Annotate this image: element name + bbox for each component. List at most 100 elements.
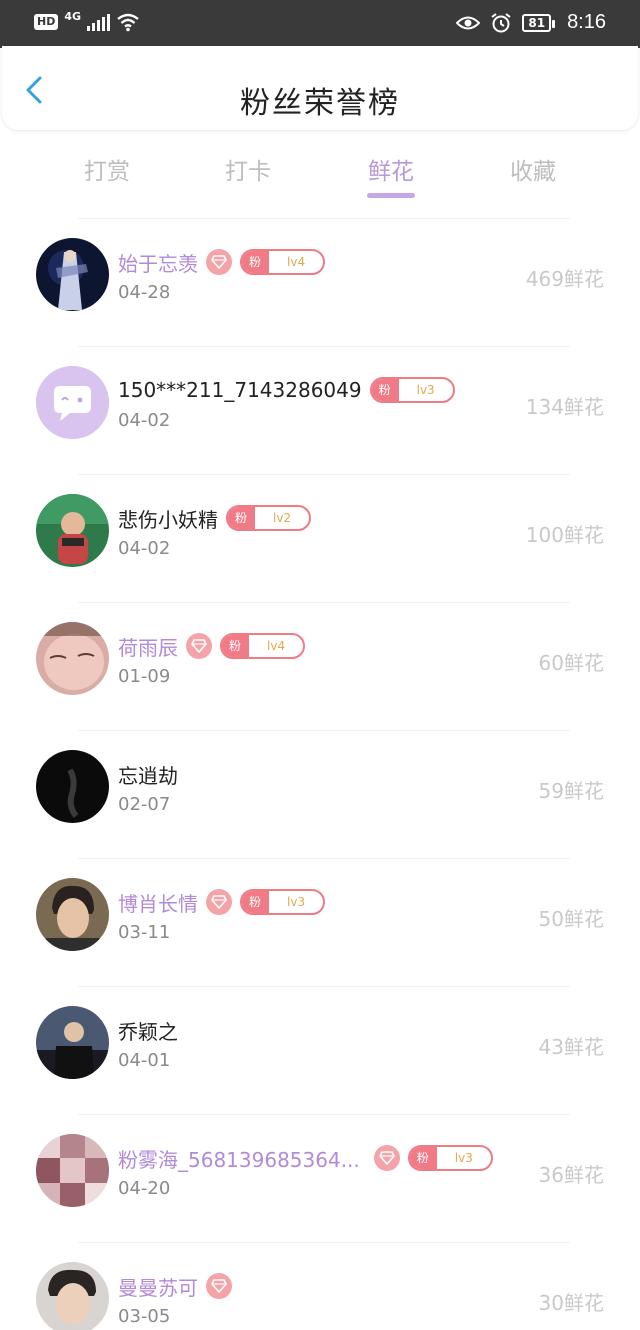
user-name[interactable]: 粉雾海_568139685364... [118,1144,360,1173]
avatar[interactable] [36,366,109,439]
divider [78,858,570,859]
fan-level-badge: 粉 lv4 [240,249,326,275]
date: 03-11 [118,922,171,943]
flower-count: 30鲜花 [538,1291,604,1315]
divider [78,602,570,603]
date: 04-01 [118,1050,171,1071]
flower-count: 36鲜花 [538,1163,604,1187]
avatar[interactable] [36,1134,109,1207]
flower-count: 60鲜花 [538,651,604,675]
battery-icon: 81 [522,13,555,32]
divider [78,474,570,475]
header: 粉丝荣誉榜 [2,46,638,130]
list-item[interactable]: 乔颖之 04-01 43鲜花 [0,986,640,1114]
avatar-image [36,750,109,823]
list-item[interactable]: 荷雨辰 粉 lv4 01-09 60鲜花 [0,602,640,730]
diamond-icon [186,633,212,659]
status-bar: HD 4G 81 8:16 [0,0,640,48]
fan-level-badge: 粉 lv3 [407,1145,493,1171]
chat-bubble-icon [36,366,109,439]
flower-count: 50鲜花 [538,907,604,931]
user-name[interactable]: 乔颖之 [118,1016,178,1045]
divider [78,346,570,347]
name-line: 粉雾海_568139685364... 粉 lv3 [118,1144,493,1172]
divider [78,986,570,987]
avatar[interactable] [36,1262,109,1330]
tab-bar: 打赏 打卡 鲜花 收藏 [0,140,640,200]
tab-flowers[interactable]: 鲜花 [341,152,441,186]
date: 01-09 [118,666,171,687]
list-item[interactable]: 粉雾海_568139685364... 粉 lv3 04-20 36鲜花 [0,1114,640,1242]
date: 04-02 [118,410,171,431]
fan-level: lv4 [287,255,306,269]
signal-icon [87,13,111,31]
name-line: 150***211_7143286049 粉 lv3 [118,376,455,404]
status-right: 81 8:16 [456,11,606,34]
divider [78,1242,570,1243]
date: 03-05 [118,1306,171,1327]
date: 04-28 [118,282,171,303]
divider [78,1114,570,1115]
list-item[interactable]: 忘逍劫 02-07 59鲜花 [0,730,640,858]
list-item[interactable]: 曼曼苏可 03-05 30鲜花 [0,1242,640,1330]
fan-level: lv4 [267,639,286,653]
fan-level: lv3 [454,1151,473,1165]
avatar-image [36,622,109,695]
tab-reward[interactable]: 打赏 [57,152,157,186]
tab-checkin[interactable]: 打卡 [198,152,298,186]
fan-badge-label: 粉 [409,1147,437,1169]
list-item[interactable]: 始于忘羡 粉 lv4 04-28 469鲜花 [0,218,640,346]
fan-badge-label: 粉 [228,507,256,529]
active-tab-indicator [367,193,415,198]
name-line: 乔颖之 [118,1016,178,1044]
avatar-image [36,1006,109,1079]
user-name[interactable]: 忘逍劫 [118,760,178,789]
avatar[interactable] [36,238,109,311]
avatar-image [36,1134,109,1207]
avatar[interactable] [36,622,109,695]
avatar-image [36,494,109,567]
list-item[interactable]: 博肖长情 粉 lv3 03-11 50鲜花 [0,858,640,986]
user-name[interactable]: 悲伤小妖精 [118,504,218,533]
wifi-icon [117,13,139,32]
page-title: 粉丝荣誉榜 [240,86,400,121]
avatar[interactable] [36,494,109,567]
name-line: 曼曼苏可 [118,1272,232,1300]
divider [78,730,570,731]
diamond-icon [206,1273,232,1299]
alarm-icon [491,12,511,32]
flower-count: 134鲜花 [525,395,604,419]
user-name[interactable]: 博肖长情 [118,888,198,917]
flower-count: 469鲜花 [525,267,604,291]
fan-level-badge: 粉 lv2 [226,505,312,531]
divider [78,218,570,219]
list-item[interactable]: 150***211_7143286049 粉 lv3 04-02 134鲜花 [0,346,640,474]
avatar[interactable] [36,750,109,823]
avatar-image [36,1262,109,1330]
list-item[interactable]: 悲伤小妖精 粉 lv2 04-02 100鲜花 [0,474,640,602]
name-line: 荷雨辰 粉 lv4 [118,632,306,661]
diamond-icon [206,889,232,915]
fan-level: lv3 [416,383,435,397]
flower-count: 100鲜花 [525,523,604,547]
diamond-icon [373,1145,400,1171]
fan-badge-label: 粉 [242,251,270,273]
date: 02-07 [118,794,171,815]
avatar-image [36,238,109,311]
clock: 8:16 [567,11,606,33]
status-left: HD 4G [34,10,140,32]
fan-badge-label: 粉 [242,891,270,913]
flower-count: 43鲜花 [538,1035,604,1059]
date: 04-02 [118,538,171,559]
name-line: 始于忘羡 粉 lv4 [118,248,326,277]
avatar[interactable] [36,1006,109,1079]
fan-badge-label: 粉 [222,635,250,657]
avatar[interactable] [36,878,109,951]
tab-favorites[interactable]: 收藏 [483,152,583,186]
user-name[interactable]: 始于忘羡 [118,248,198,277]
fan-level-badge: 粉 lv4 [220,633,306,659]
user-name[interactable]: 曼曼苏可 [118,1272,198,1301]
flower-count: 59鲜花 [538,779,604,803]
user-name[interactable]: 荷雨辰 [118,632,178,661]
user-name[interactable]: 150***211_7143286049 [118,378,362,402]
